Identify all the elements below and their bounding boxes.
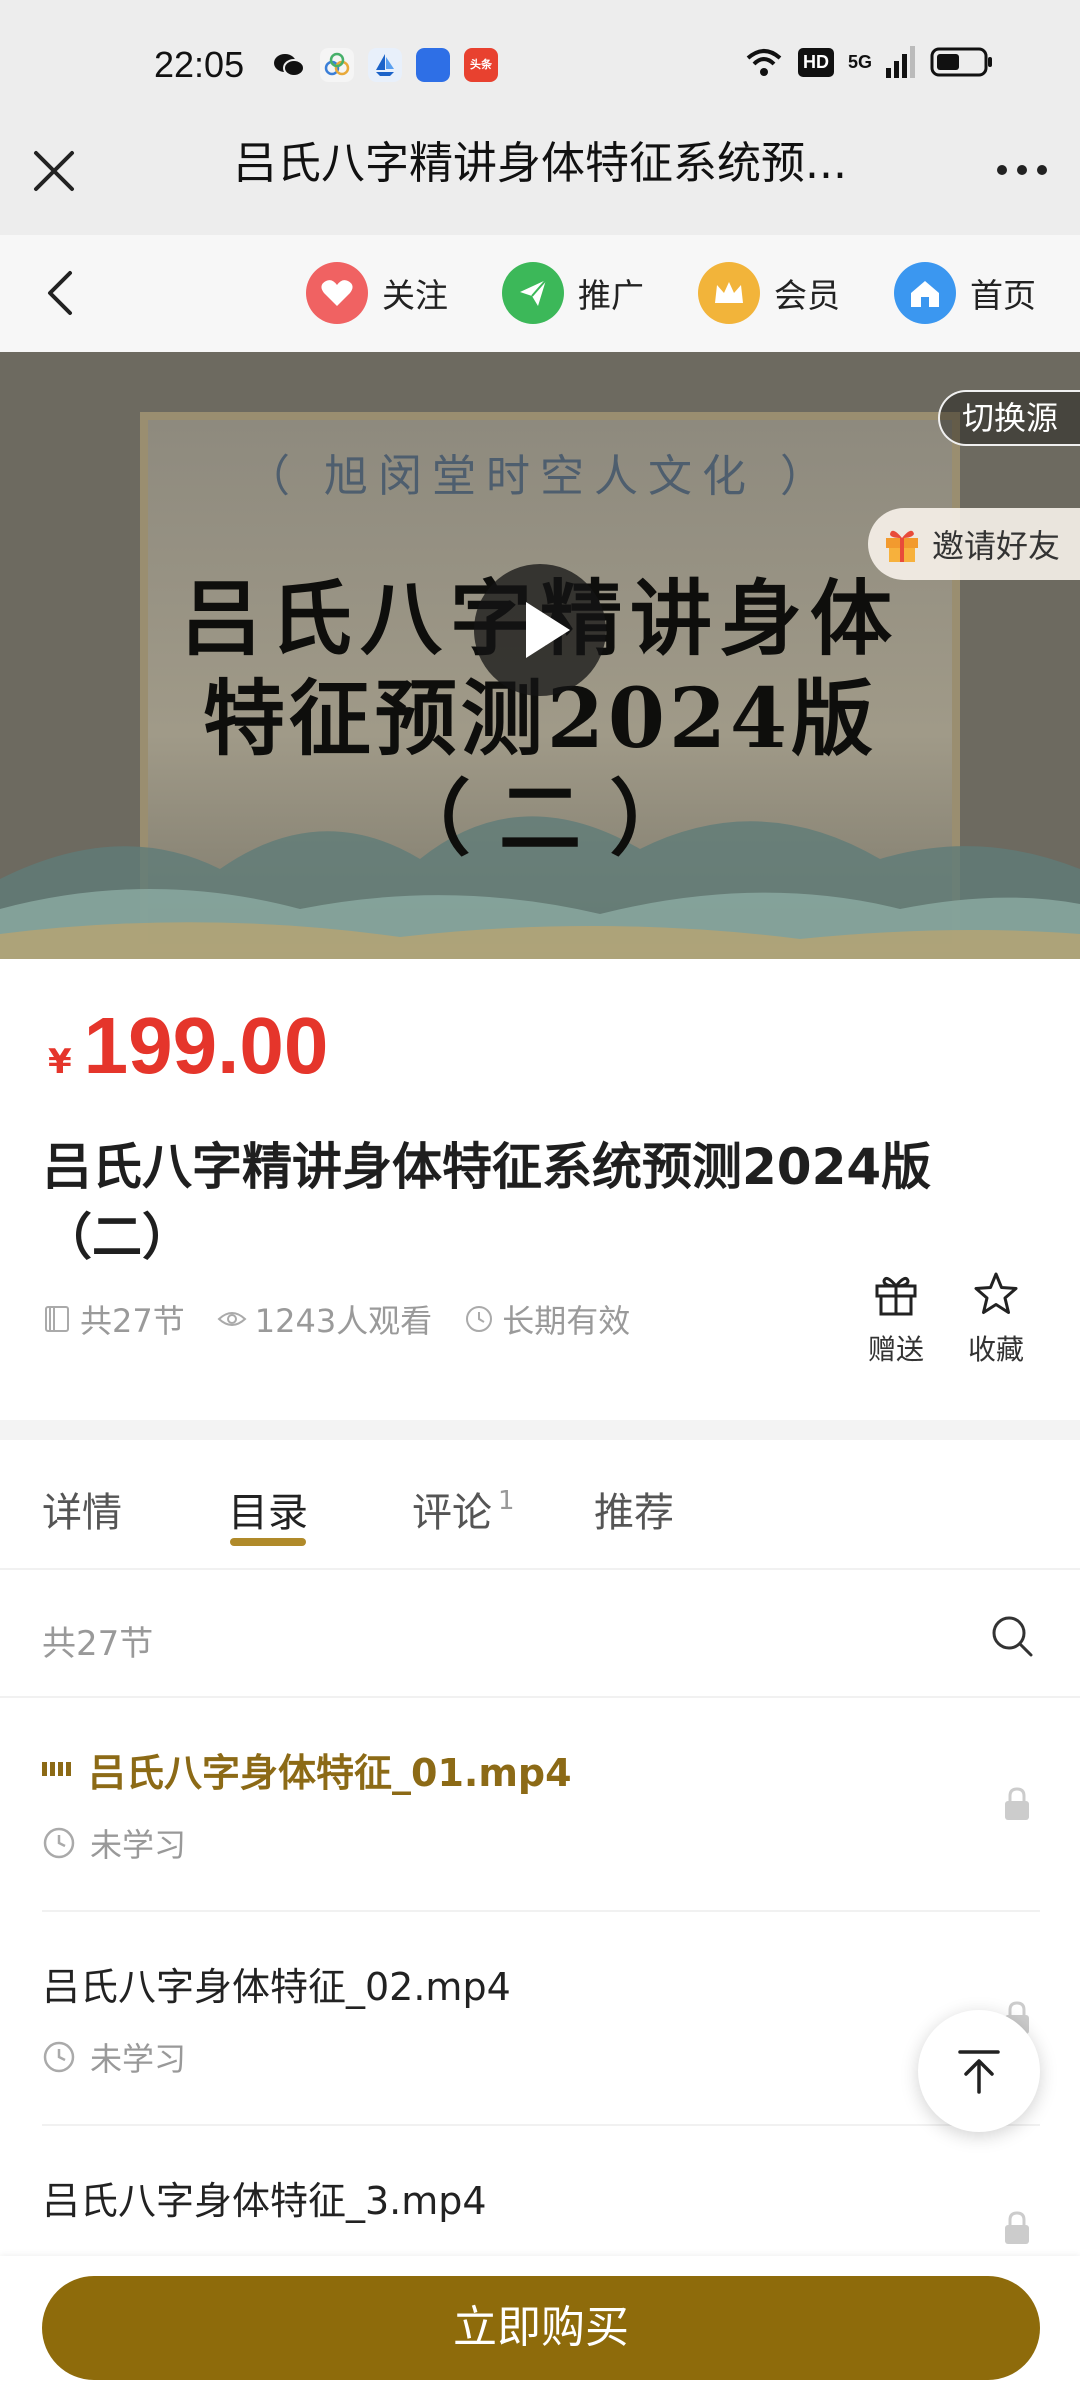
home-icon [894,262,956,324]
gift-label: 赠送 [867,1333,924,1366]
video-subtitle: （ 旭闵堂时空人文化 ） [246,451,834,502]
tab-comments[interactable]: 评论 1 [412,1480,515,1538]
lesson-status: 未学习 [42,2034,186,2080]
tab-details[interactable]: 详情 [42,1480,122,1538]
nav-label-follow: 关注 [382,276,448,315]
validity-text: 长期有效 [502,1302,631,1340]
play-button[interactable] [474,564,606,696]
eye-icon [217,1312,247,1326]
lesson-status: 未学习 [42,1820,186,1866]
shop-nav: 关注 推广 会员 首页 [0,235,1080,352]
battery-icon [930,47,992,77]
views-text: 1243人观看 [254,1302,433,1340]
wifi-icon [746,49,782,76]
bottom-bar: 立即购买 [0,2256,1080,2400]
playing-indicator-icon [42,1761,71,1776]
gift-button[interactable]: 赠送 [856,1270,936,1368]
more-options-icon[interactable] [992,145,1052,195]
arrow-up-icon [958,2050,1000,2094]
network-type: 5G [847,51,872,72]
video-player[interactable]: （ 旭闵堂时空人文化 ） 吕氏八字精讲身体 特征预测2024版 （ 二 ） 切换… [0,352,1080,959]
search-icon[interactable] [988,1612,1036,1660]
signal-icon [886,46,915,78]
comments-count: 1 [498,1486,515,1516]
invite-friends-button[interactable]: 邀请好友 [867,508,1080,580]
favorite-button[interactable]: 收藏 [956,1270,1036,1368]
course-meta: 共27节 1243人观看 长期有效 [42,1296,630,1342]
back-arrow-icon[interactable] [40,265,80,321]
page-title: 吕氏八字精讲身体特征系统预... [233,138,847,189]
clock-icon [466,1306,493,1332]
lock-icon [1005,1787,1029,1820]
currency-symbol: ¥ [48,1042,72,1082]
tab-catalog[interactable]: 目录 [228,1480,308,1546]
nav-label-membership: 会员 [774,276,840,315]
invite-label: 邀请好友 [931,527,1060,565]
toutiao-icon: 头条 [464,48,498,82]
promote-button[interactable]: 推广 [502,261,644,325]
lesson-title: 吕氏八字身体特征_01.mp4 [42,1742,572,1797]
video-title-line3: （ 二 ） [388,771,692,867]
clock-icon [43,1827,75,1859]
send-icon [502,262,564,324]
back-to-top-button[interactable] [918,2010,1040,2132]
tab-recommend[interactable]: 推荐 [594,1480,674,1538]
lesson-title: 吕氏八字身体特征_3.mp4 [42,2179,487,2223]
lessons-count-text: 共27节 [80,1302,185,1340]
clock-icon [43,2041,75,2073]
status-bar: 22:05 头条 HD 5G [0,0,1080,135]
section-divider [0,1420,1080,1440]
views-meta: 1243人观看 [217,1296,432,1342]
follow-button[interactable]: 关注 [306,261,448,325]
gift-outline-icon [875,1276,917,1316]
lock-icon [1005,2211,1029,2244]
status-time: 22:05 [154,44,245,85]
heart-icon [306,262,368,324]
hd-badge: HD [797,47,834,77]
wechat-icon [274,54,305,77]
status-indicators: HD 5G [744,46,994,78]
catalog-count: 共27节 [42,1624,154,1664]
active-tab-indicator [230,1538,306,1546]
price-value: 199.00 [83,1001,329,1090]
nav-label-home: 首页 [970,276,1036,315]
lessons-count-meta: 共27节 [42,1296,185,1342]
gift-icon [885,530,918,562]
crown-icon [698,262,760,324]
catalog-header: 共27节 [0,1572,1080,1698]
status-app-icons: 头条 [272,48,498,82]
star-icon [974,1272,1018,1314]
membership-button[interactable]: 会员 [698,261,840,325]
price: ¥ 199.00 [48,1000,328,1092]
home-button[interactable]: 首页 [894,261,1036,325]
lesson-item[interactable]: 吕氏八字身体特征_01.mp4 未学习 [42,1700,1040,1912]
buy-now-button[interactable]: 立即购买 [42,2276,1040,2380]
book-icon [45,1306,69,1332]
blue-app-icon [416,48,450,82]
content-tabs: 详情 目录 评论 1 推荐 [0,1440,1080,1570]
lesson-title: 吕氏八字身体特征_02.mp4 [42,1965,511,2009]
cloud-app-icon [320,48,354,82]
favorite-label: 收藏 [967,1333,1024,1366]
close-icon[interactable] [28,145,80,197]
validity-meta: 长期有效 [464,1296,630,1342]
course-title: 吕氏八字精讲身体特征系统预测2024版（二） [42,1138,932,1266]
lesson-item[interactable]: 吕氏八字身体特征_02.mp4 未学习 [42,1914,1040,2126]
switch-source-button[interactable]: 切换源 [937,390,1080,446]
title-bar: 吕氏八字精讲身体特征系统预... [0,135,1080,235]
sailboat-app-icon [368,48,402,82]
nav-label-promote: 推广 [578,276,644,315]
